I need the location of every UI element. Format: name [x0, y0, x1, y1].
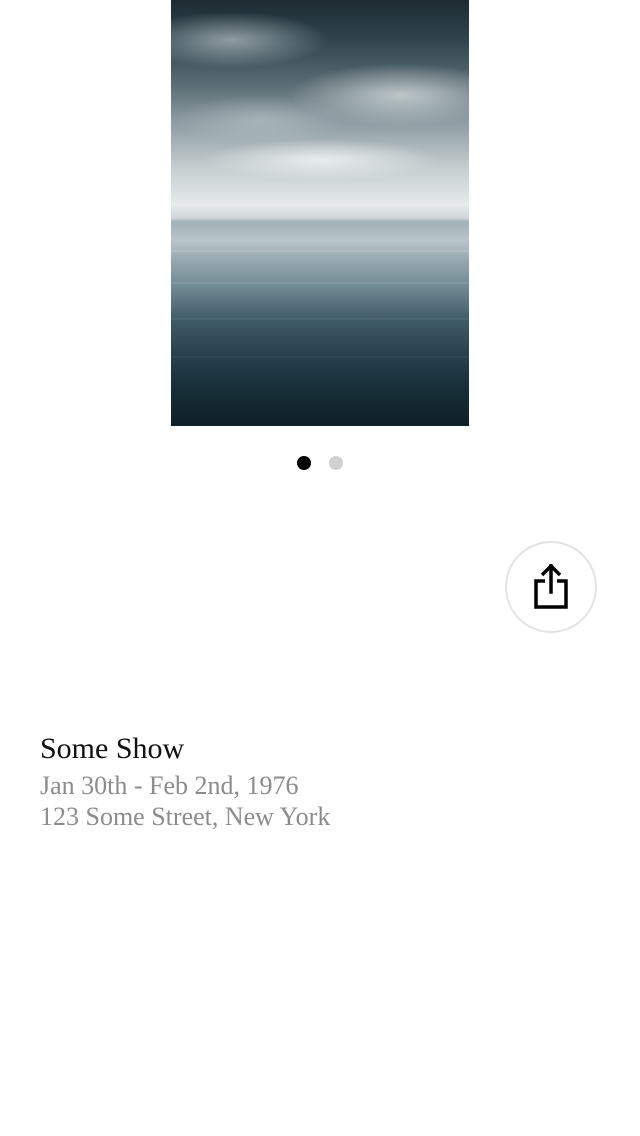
artwork-detail: [171, 318, 469, 320]
artwork-detail: [171, 282, 469, 284]
share-button[interactable]: [505, 541, 597, 633]
show-info: Some Show Jan 30th - Feb 2nd, 1976 123 S…: [40, 728, 600, 832]
page-indicator: [297, 456, 343, 470]
show-title: Some Show: [40, 732, 185, 765]
page-dot-2[interactable]: [329, 456, 343, 470]
artwork-detail: [171, 250, 469, 252]
show-dates: Jan 30th - Feb 2nd, 1976: [40, 771, 299, 800]
page-dot-1[interactable]: [297, 456, 311, 470]
artwork-image[interactable]: [171, 0, 469, 426]
artwork-detail: [171, 356, 469, 358]
share-icon: [534, 564, 568, 609]
show-address: 123 Some Street, New York: [40, 802, 331, 831]
